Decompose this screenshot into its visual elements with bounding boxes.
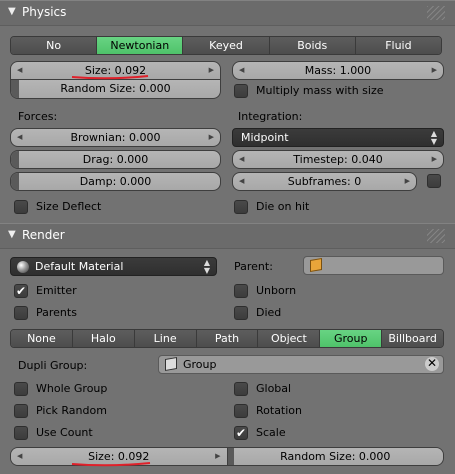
checkbox-box[interactable] [234, 284, 248, 298]
tab-boids[interactable]: Boids [269, 37, 356, 54]
clear-x-icon[interactable]: ✕ [425, 357, 439, 371]
slider-fill [227, 448, 234, 465]
slider-fill [11, 151, 19, 168]
material-dropdown[interactable]: Default Material ▲ ▼ [10, 257, 217, 276]
tab-group[interactable]: Group [320, 330, 383, 347]
mass-field[interactable]: ◀ Mass: 1.000 ▶ [232, 61, 444, 80]
tab-line[interactable]: Line [134, 330, 197, 347]
whole-group-checkbox[interactable]: Whole Group [14, 382, 107, 398]
collapse-triangle-icon[interactable]: ▼ [8, 6, 16, 17]
tab-billboard[interactable]: Billboard [382, 330, 443, 347]
size-random-size-group: ◀ Size: 0.092 ▶ Random Size: 0.000 [10, 61, 221, 99]
checkbox-box[interactable] [427, 174, 441, 188]
material-sphere-icon [17, 261, 29, 273]
decrement-arrow-icon[interactable]: ◀ [17, 62, 22, 79]
checkbox-box[interactable] [14, 426, 28, 440]
tab-newtonian[interactable]: Newtonian [97, 37, 184, 54]
decrement-arrow-icon[interactable]: ◀ [17, 448, 22, 465]
tab-no[interactable]: No [11, 37, 98, 54]
subframes-field[interactable]: ◀ Subframes: 0 ▶ [232, 172, 417, 191]
checkbox-box[interactable] [234, 306, 248, 320]
increment-arrow-icon[interactable]: ▶ [209, 129, 214, 146]
forces-label: Forces: [18, 110, 58, 123]
checkbox-box[interactable] [234, 200, 248, 214]
dupli-group-label: Dupli Group: [18, 359, 88, 372]
drag-grip-icon[interactable] [427, 229, 445, 243]
physics-type-tabs: No Newtonian Keyed Boids Fluid [10, 36, 442, 55]
damp-slider[interactable]: Damp: 0.000 [10, 172, 221, 191]
decrement-arrow-icon[interactable]: ◀ [239, 62, 244, 79]
parent-label: Parent: [234, 260, 273, 273]
integration-dropdown[interactable]: Midpoint ▲ ▼ [232, 128, 444, 147]
unborn-checkbox[interactable]: Unborn [234, 284, 296, 300]
died-checkbox[interactable]: Died [234, 306, 281, 322]
drag-grip-icon[interactable] [427, 6, 445, 20]
die-on-hit-checkbox[interactable]: Die on hit [234, 200, 309, 216]
render-random-size-slider[interactable]: Random Size: 0.000 [227, 448, 443, 465]
global-checkbox[interactable]: Global [234, 382, 291, 398]
render-size-field[interactable]: ◀ Size: 0.092 ▶ [11, 448, 228, 465]
use-count-checkbox[interactable]: Use Count [14, 426, 93, 442]
checkbox-box[interactable]: ✔ [14, 284, 28, 298]
decrement-arrow-icon[interactable]: ◀ [239, 173, 244, 190]
updown-arrow-icon: ▲ ▼ [430, 129, 437, 146]
physics-panel-title: Physics [22, 5, 67, 19]
tab-fluid[interactable]: Fluid [355, 37, 441, 54]
collapse-triangle-icon[interactable]: ▼ [8, 229, 16, 240]
drag-slider[interactable]: Drag: 0.000 [10, 150, 221, 169]
size-deflect-checkbox[interactable]: Size Deflect [14, 200, 101, 216]
increment-arrow-icon[interactable]: ▶ [405, 173, 410, 190]
physics-panel-body: No Newtonian Keyed Boids Fluid ◀ Size: 0… [0, 26, 455, 224]
render-panel-body: Default Material ▲ ▼ Parent: ✔ Emitter Un… [0, 249, 455, 474]
checkbox-box[interactable] [14, 200, 28, 214]
slider-fill [11, 173, 19, 190]
multiply-mass-checkbox[interactable]: Multiply mass with size [234, 84, 384, 100]
checkbox-box[interactable] [234, 404, 248, 418]
parent-field[interactable] [303, 256, 444, 275]
scale-checkbox[interactable]: ✔ Scale [234, 426, 286, 442]
increment-arrow-icon[interactable]: ▶ [432, 151, 437, 168]
subframes-adaptive-checkbox[interactable] [427, 174, 449, 190]
pick-random-checkbox[interactable]: Pick Random [14, 404, 107, 420]
tab-path[interactable]: Path [196, 330, 259, 347]
tab-halo[interactable]: Halo [72, 330, 135, 347]
group-icon [165, 356, 177, 372]
tab-none[interactable]: None [11, 330, 73, 347]
checkbox-box[interactable] [14, 404, 28, 418]
slider-fill [11, 80, 19, 98]
brownian-field[interactable]: ◀ Brownian: 0.000 ▶ [10, 128, 221, 147]
emitter-checkbox[interactable]: ✔ Emitter [14, 284, 77, 300]
random-size-slider[interactable]: Random Size: 0.000 [10, 80, 221, 99]
render-size-row: ◀ Size: 0.092 ▶ Random Size: 0.000 [10, 447, 444, 466]
render-panel-header[interactable]: ▼ Render [0, 223, 455, 249]
updown-arrow-icon: ▲ ▼ [203, 258, 210, 275]
checkbox-box[interactable] [234, 382, 248, 396]
dupli-group-field[interactable]: Group ✕ [158, 355, 444, 374]
checkbox-box[interactable] [14, 306, 28, 320]
tab-keyed[interactable]: Keyed [183, 37, 270, 54]
increment-arrow-icon[interactable]: ▶ [215, 448, 220, 465]
checkbox-box[interactable] [14, 382, 28, 396]
increment-arrow-icon[interactable]: ▶ [432, 62, 437, 79]
rotation-checkbox[interactable]: Rotation [234, 404, 302, 420]
checkbox-box[interactable] [234, 84, 248, 98]
timestep-field[interactable]: ◀ Timestep: 0.040 ▶ [232, 150, 444, 169]
parents-checkbox[interactable]: Parents [14, 306, 77, 322]
physics-panel-header[interactable]: ▼ Physics [0, 0, 455, 26]
tab-object[interactable]: Object [258, 330, 321, 347]
decrement-arrow-icon[interactable]: ◀ [239, 151, 244, 168]
increment-arrow-icon[interactable]: ▶ [209, 62, 214, 79]
object-cube-icon [310, 257, 322, 273]
render-panel-title: Render [22, 228, 65, 242]
size-field[interactable]: ◀ Size: 0.092 ▶ [10, 61, 221, 80]
checkbox-box[interactable]: ✔ [234, 426, 248, 440]
decrement-arrow-icon[interactable]: ◀ [17, 129, 22, 146]
integration-label: Integration: [238, 110, 303, 123]
render-type-tabs: None Halo Line Path Object Group Billboa… [10, 329, 444, 348]
